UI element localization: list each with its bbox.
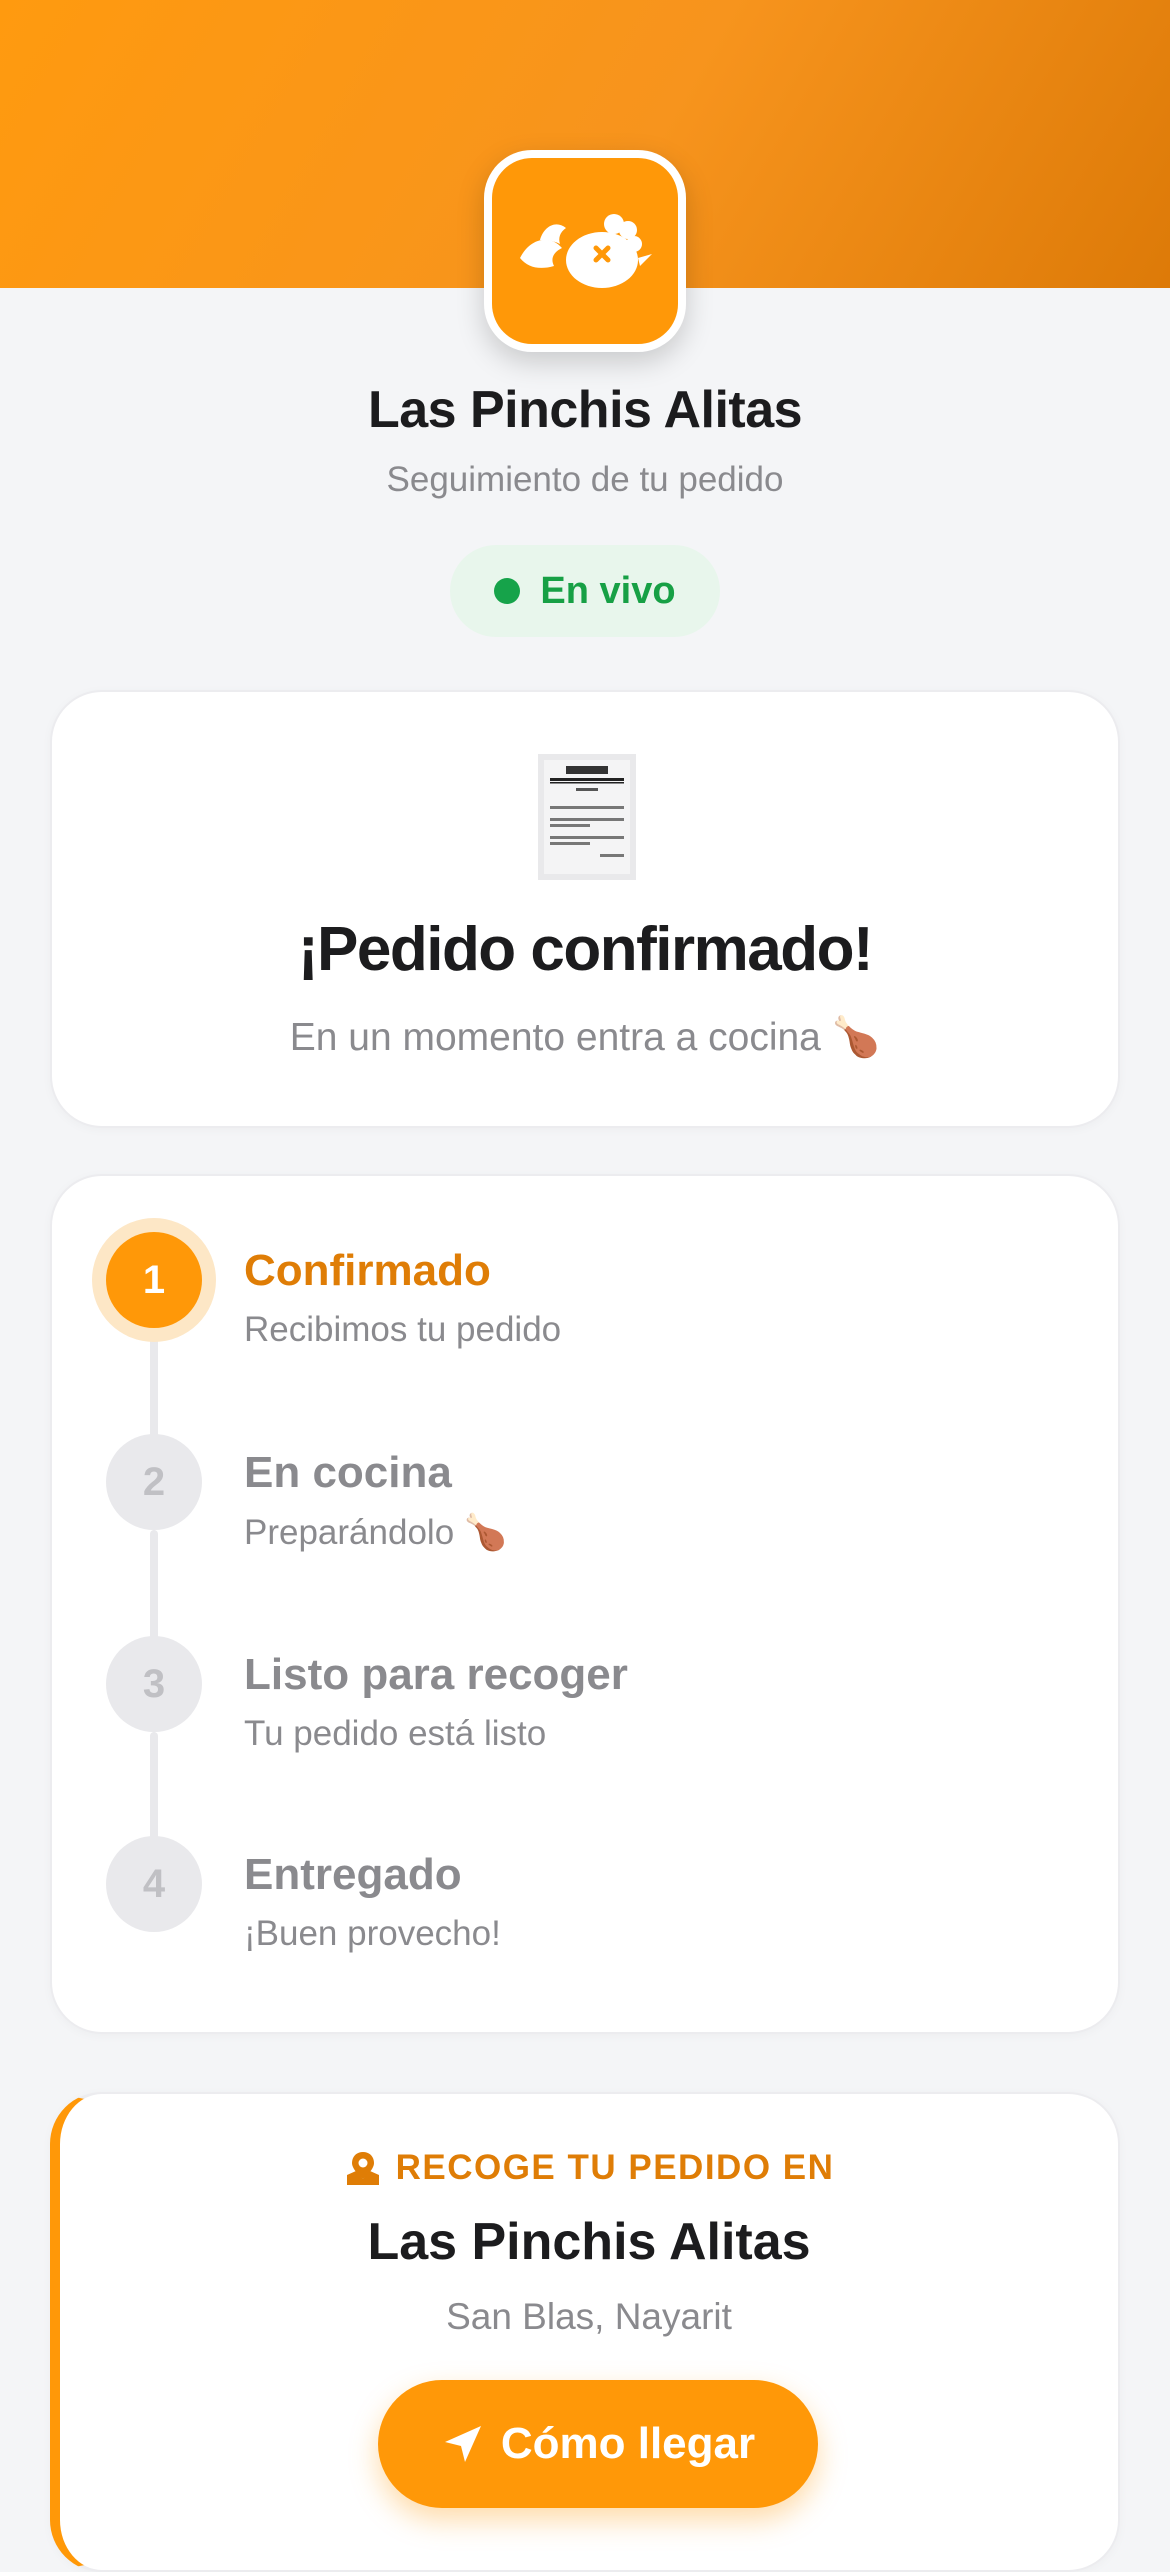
navigation-arrow-icon — [444, 2426, 481, 2462]
step-confirmed: 1 Confirmado Recibimos tu pedido — [52, 1226, 1118, 1448]
step-title: Entregado — [244, 1850, 462, 1899]
brand-logo — [484, 150, 686, 352]
live-status-badge: En vivo — [450, 545, 720, 637]
directions-label: Cómo llegar — [500, 2419, 756, 2468]
step-connector — [150, 1732, 158, 1852]
tracking-subtitle: Seguimiento de tu pedido — [386, 460, 784, 499]
step-description: Tu pedido está listo — [244, 1714, 547, 1753]
step-description: Recibimos tu pedido — [244, 1310, 562, 1349]
receipt-icon — [538, 754, 636, 880]
step-number: 3 — [106, 1636, 202, 1732]
pickup-card: RECOGE TU PEDIDO EN Las Pinchis Alitas S… — [50, 2092, 1120, 2572]
brand-name: Las Pinchis Alitas — [367, 381, 803, 439]
pickup-location: San Blas, Nayarit — [446, 2296, 732, 2337]
order-progress-card: 1 Confirmado Recibimos tu pedido 2 En co… — [50, 1174, 1120, 2034]
live-dot-icon — [494, 578, 521, 604]
live-label: En vivo — [540, 569, 676, 612]
step-number: 4 — [106, 1836, 202, 1932]
confirmation-card: ¡Pedido confirmado! En un momento entra … — [50, 690, 1120, 1128]
step-cooking: 2 En cocina Preparándolo 🍗 — [52, 1428, 1118, 1650]
step-ready: 3 Listo para recoger Tu pedido está list… — [52, 1630, 1118, 1852]
step-number: 1 — [106, 1232, 202, 1328]
step-title: En cocina — [244, 1448, 452, 1497]
pickup-store-name: Las Pinchis Alitas — [367, 2213, 811, 2271]
directions-button[interactable]: Cómo llegar — [378, 2380, 818, 2508]
step-title: Listo para recoger — [244, 1650, 628, 1699]
pickup-label: RECOGE TU PEDIDO EN — [395, 2148, 835, 2187]
step-description: ¡Buen provecho! — [244, 1914, 501, 1953]
map-pin-icon — [346, 2152, 379, 2185]
step-delivered: 4 Entregado ¡Buen provecho! — [52, 1830, 1118, 2030]
step-connector — [150, 1328, 158, 1448]
confirmation-subtitle: En un momento entra a cocina 🍗 — [289, 1016, 881, 1059]
confirmation-title: ¡Pedido confirmado! — [297, 915, 874, 984]
step-number: 2 — [106, 1434, 202, 1530]
step-connector — [150, 1530, 158, 1650]
pickup-heading: RECOGE TU PEDIDO EN — [60, 2148, 1118, 2188]
chicken-logo-icon — [520, 214, 652, 288]
step-description: Preparándolo 🍗 — [244, 1513, 508, 1552]
step-title: Confirmado — [244, 1246, 491, 1295]
